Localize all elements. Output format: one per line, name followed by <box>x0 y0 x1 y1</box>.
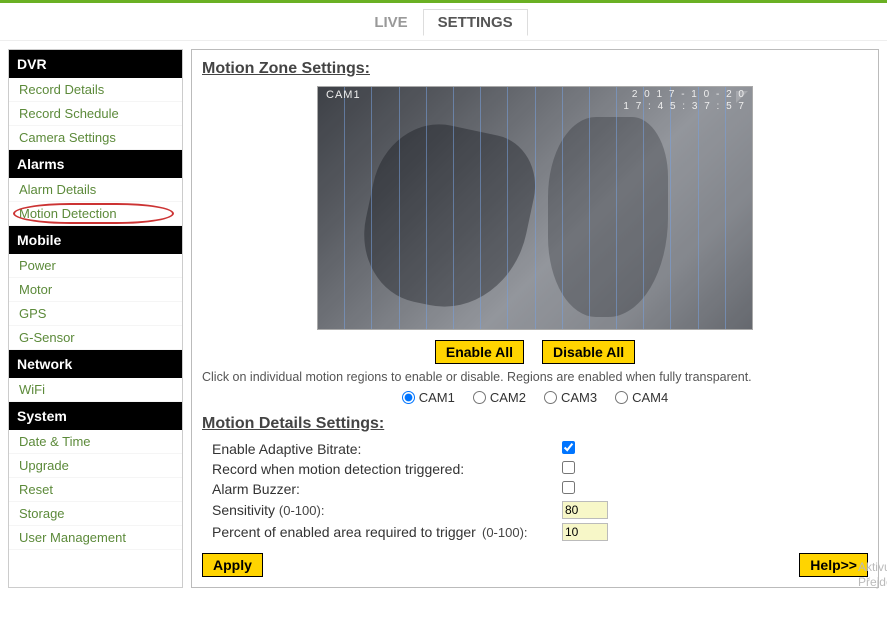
footer-buttons: Apply Help>> <box>202 545 868 577</box>
camera-radio-group: CAM1 CAM2 CAM3 CAM4 <box>202 390 868 405</box>
cam3-radio-text: CAM3 <box>561 390 597 405</box>
label-percent-trigger: Percent of enabled area required to trig… <box>202 524 482 540</box>
input-sensitivity[interactable] <box>562 501 608 519</box>
content-layout: DVR Record Details Record Schedule Camer… <box>0 41 887 596</box>
sidebar-item-storage[interactable]: Storage <box>9 502 182 526</box>
motion-grid <box>318 87 752 329</box>
label-sensitivity: Sensitivity (0-100): <box>202 502 562 518</box>
help-button[interactable]: Help>> <box>799 553 868 577</box>
tab-settings[interactable]: SETTINGS <box>423 9 528 36</box>
row-sensitivity: Sensitivity (0-100): <box>202 501 868 519</box>
sidebar-item-power[interactable]: Power <box>9 254 182 278</box>
top-tabs: LIVE SETTINGS <box>0 3 887 41</box>
cam4-radio-label[interactable]: CAM4 <box>615 390 668 405</box>
sidebar-item-camera-settings[interactable]: Camera Settings <box>9 126 182 150</box>
sidebar-item-motor[interactable]: Motor <box>9 278 182 302</box>
sidebar-item-g-sensor[interactable]: G-Sensor <box>9 326 182 350</box>
checkbox-adaptive-bitrate[interactable] <box>562 441 575 454</box>
label-adaptive-bitrate: Enable Adaptive Bitrate: <box>202 441 562 457</box>
label-alarm-buzzer: Alarm Buzzer: <box>202 481 562 497</box>
sidebar-section-system: System <box>9 402 182 430</box>
sidebar-item-motion-detection[interactable]: Motion Detection <box>9 202 182 226</box>
cam2-radio-text: CAM2 <box>490 390 526 405</box>
main-panel: Motion Zone Settings: CAM1 2 0 1 7 - 1 0… <box>191 49 879 588</box>
cam2-radio[interactable] <box>473 391 486 404</box>
sidebar-item-gps[interactable]: GPS <box>9 302 182 326</box>
sidebar-item-upgrade[interactable]: Upgrade <box>9 454 182 478</box>
preview-cam-label: CAM1 <box>326 89 361 101</box>
cam2-radio-label[interactable]: CAM2 <box>473 390 526 405</box>
corner-fold-icon <box>736 91 748 103</box>
zone-hint-text: Click on individual motion regions to en… <box>202 370 868 384</box>
sidebar-section-mobile: Mobile <box>9 226 182 254</box>
motion-zone-title: Motion Zone Settings: <box>202 60 868 78</box>
cam3-radio[interactable] <box>544 391 557 404</box>
sidebar: DVR Record Details Record Schedule Camer… <box>8 49 183 588</box>
row-percent-trigger: Percent of enabled area required to trig… <box>202 523 868 541</box>
sidebar-item-wifi[interactable]: WiFi <box>9 378 182 402</box>
sidebar-section-network: Network <box>9 350 182 378</box>
preview-wrap: CAM1 2 0 1 7 - 1 0 - 2 0 1 7 : 4 5 : 3 7… <box>202 86 868 330</box>
checkbox-record-on-motion[interactable] <box>562 461 575 474</box>
sidebar-section-dvr: DVR <box>9 50 182 78</box>
sidebar-item-alarm-details[interactable]: Alarm Details <box>9 178 182 202</box>
label-record-on-motion: Record when motion detection triggered: <box>202 461 562 477</box>
zone-button-row: Enable All Disable All <box>202 340 868 364</box>
row-alarm-buzzer: Alarm Buzzer: <box>202 481 868 497</box>
cam1-radio-text: CAM1 <box>419 390 455 405</box>
motion-details-title: Motion Details Settings: <box>202 415 868 433</box>
label-percent-trigger-range: (0-100): <box>482 525 562 540</box>
preview-timestamp: 2 0 1 7 - 1 0 - 2 0 1 7 : 4 5 : 3 7 : 5 … <box>623 89 746 113</box>
apply-button[interactable]: Apply <box>202 553 263 577</box>
cam4-radio[interactable] <box>615 391 628 404</box>
sidebar-section-alarms: Alarms <box>9 150 182 178</box>
tab-live[interactable]: LIVE <box>359 9 422 36</box>
motion-zone-preview[interactable]: CAM1 2 0 1 7 - 1 0 - 2 0 1 7 : 4 5 : 3 7… <box>317 86 753 330</box>
cam4-radio-text: CAM4 <box>632 390 668 405</box>
row-record-on-motion: Record when motion detection triggered: <box>202 461 868 477</box>
cam1-radio-label[interactable]: CAM1 <box>402 390 455 405</box>
checkbox-alarm-buzzer[interactable] <box>562 481 575 494</box>
input-percent-trigger[interactable] <box>562 523 608 541</box>
row-adaptive-bitrate: Enable Adaptive Bitrate: <box>202 441 868 457</box>
sidebar-item-user-management[interactable]: User Management <box>9 526 182 550</box>
enable-all-button[interactable]: Enable All <box>435 340 524 364</box>
cam1-radio[interactable] <box>402 391 415 404</box>
sidebar-item-record-details[interactable]: Record Details <box>9 78 182 102</box>
sidebar-item-record-schedule[interactable]: Record Schedule <box>9 102 182 126</box>
sidebar-item-reset[interactable]: Reset <box>9 478 182 502</box>
disable-all-button[interactable]: Disable All <box>542 340 635 364</box>
cam3-radio-label[interactable]: CAM3 <box>544 390 597 405</box>
sidebar-item-date-time[interactable]: Date & Time <box>9 430 182 454</box>
